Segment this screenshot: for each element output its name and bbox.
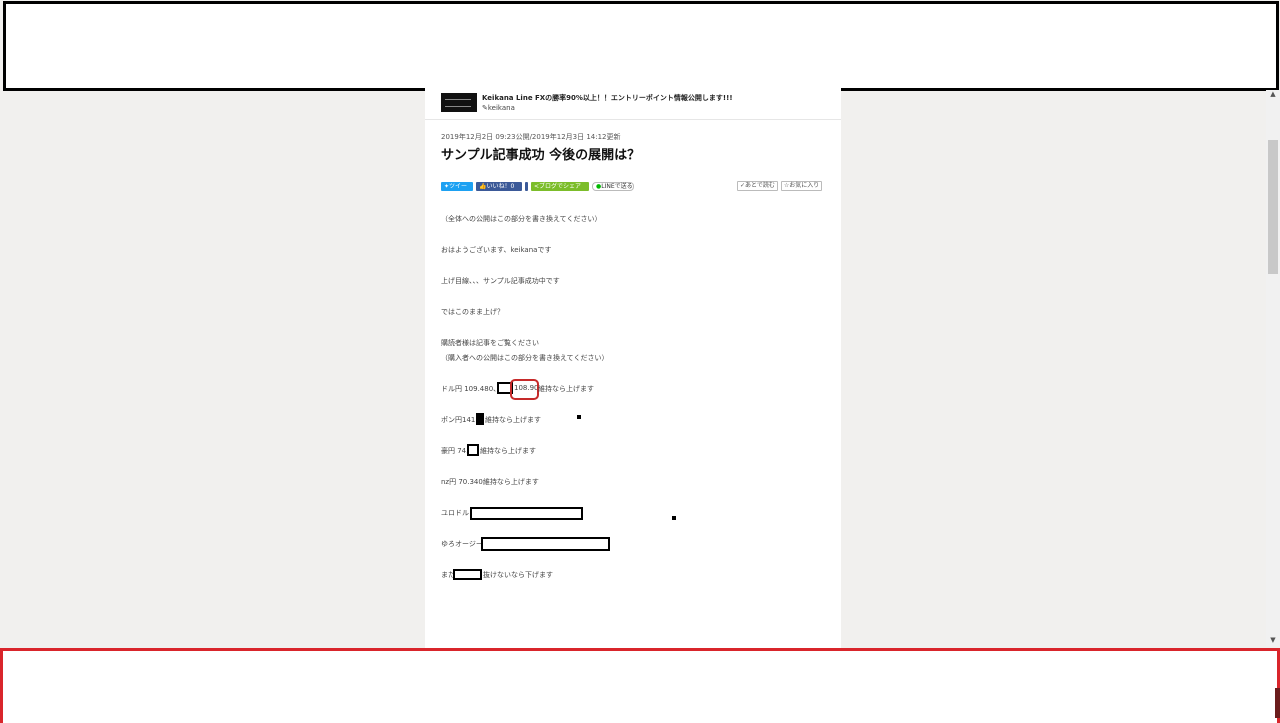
usdjpy-line: ドル円 109.480、 <box>441 385 501 393</box>
redaction-block <box>476 413 484 425</box>
read-later-button[interactable]: ✓あとで読む <box>737 181 778 191</box>
paragraph-status: 上げ目線、、、サンプル記事成功中です <box>441 277 560 285</box>
marker-dot <box>577 415 581 419</box>
usdjpy-suffix: 維持なら上げます <box>538 385 594 393</box>
paragraph-purchaser-note: （購入者への公開はこの部分を書き換えてください） <box>441 354 609 362</box>
marker-dot <box>672 516 676 520</box>
share-buttons: ✦ツイー 👍いいね！0 <ブログでシェア ●LINEで送る <box>441 182 634 191</box>
author-name-row[interactable]: ✎keikana <box>482 104 515 112</box>
eurusd-line: ユロドル <box>441 509 469 517</box>
gbpjpy-line: ポン円141. <box>441 416 478 424</box>
line-share-button[interactable]: ●LINEで送る <box>592 182 634 191</box>
audjpy-line: 豪円 74. <box>441 447 469 455</box>
article-title: サンプル記事成功 今後の展開は？ <box>441 148 641 163</box>
audjpy-suffix: 維持なら上げます <box>480 447 536 455</box>
blog-thumbnail[interactable] <box>441 93 477 112</box>
gbpjpy-suffix: 維持なら上げます <box>485 416 541 424</box>
redaction-box <box>453 569 482 580</box>
paragraph-subscriber-note: 購読者様は記事をご覧ください <box>441 339 539 347</box>
scrollbar-thumb[interactable] <box>1268 140 1278 274</box>
author-bar: Keikana Line FXの勝率90%以上！！エントリーポイント情報公開しま… <box>425 88 841 120</box>
hatena-share-button[interactable]: <ブログでシェア <box>531 182 589 191</box>
blog-title[interactable]: Keikana Line FXの勝率90%以上！！エントリーポイント情報公開しま… <box>482 93 733 103</box>
facebook-share-button[interactable] <box>525 182 528 191</box>
favorite-button[interactable]: ☆お気に入り <box>780 181 823 191</box>
redaction-box <box>467 444 479 456</box>
redacted-footer-region <box>0 648 1280 723</box>
redaction-box <box>470 507 583 520</box>
paragraph-public-note: （全体への公開はこの部分を書き換えてください） <box>441 215 602 223</box>
corner-marker <box>1275 688 1280 718</box>
nzdjpy-line: nz円 70.340維持なら上げます <box>441 478 539 486</box>
highlight-circle <box>510 379 539 400</box>
article-container: Keikana Line FXの勝率90%以上！！エントリーポイント情報公開しま… <box>425 88 841 648</box>
tweet-button[interactable]: ✦ツイー <box>441 182 473 191</box>
paragraph-greeting: おはようございます、keikanaです <box>441 246 552 254</box>
redaction-box <box>481 537 610 551</box>
last-suffix: 抜けないなら下げます <box>483 571 553 579</box>
redacted-header-region <box>3 1 1279 91</box>
author-name: keikana <box>487 104 515 112</box>
paragraph-question: ではこのまま上げ？ <box>441 308 504 316</box>
facebook-like-button[interactable]: 👍いいね！0 <box>476 182 522 191</box>
save-buttons: ✓あとで読む ☆お気に入り <box>737 181 823 191</box>
scroll-down-arrow-icon[interactable]: ▼ <box>1268 636 1278 644</box>
euraud-line: ゆろオージー <box>441 540 483 548</box>
scroll-up-arrow-icon[interactable]: ▲ <box>1268 90 1278 98</box>
publish-dates: 2019年12月2日 09:23公開/2019年12月3日 14:12更新 <box>441 133 621 141</box>
